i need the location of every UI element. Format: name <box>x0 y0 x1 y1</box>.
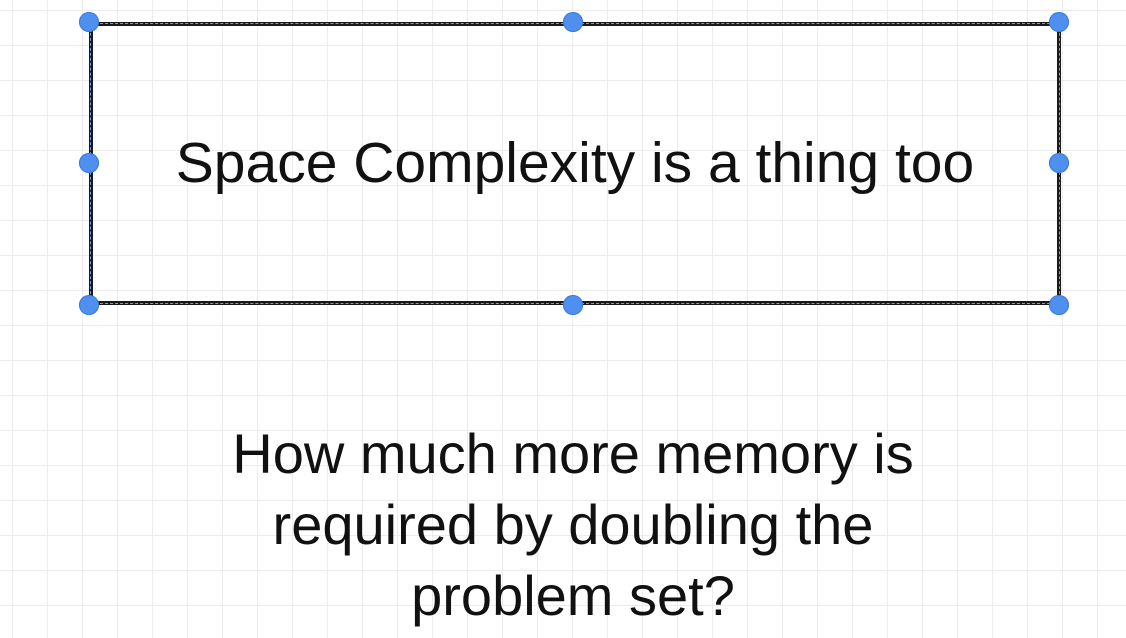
question-line-3: problem set? <box>411 564 735 627</box>
resize-handle-bottom-right[interactable] <box>1049 295 1069 315</box>
resize-handle-bottom-center[interactable] <box>563 295 583 315</box>
question-line-1: How much more memory is <box>232 422 914 485</box>
selected-text-shape[interactable]: Space Complexity is a thing too <box>89 22 1061 305</box>
question-text-block[interactable]: How much more memory is required by doub… <box>163 418 983 631</box>
shape-label: Space Complexity is a thing too <box>175 131 975 195</box>
resize-handle-middle-left[interactable] <box>79 153 99 173</box>
resize-handle-middle-right[interactable] <box>1049 153 1069 173</box>
question-line-2: required by doubling the <box>272 493 874 556</box>
resize-handle-bottom-left[interactable] <box>79 295 99 315</box>
diagram-canvas[interactable]: Space Complexity is a thing too How much… <box>0 0 1126 638</box>
resize-handle-top-right[interactable] <box>1049 12 1069 32</box>
resize-handle-top-left[interactable] <box>79 12 99 32</box>
resize-handle-top-center[interactable] <box>563 12 583 32</box>
